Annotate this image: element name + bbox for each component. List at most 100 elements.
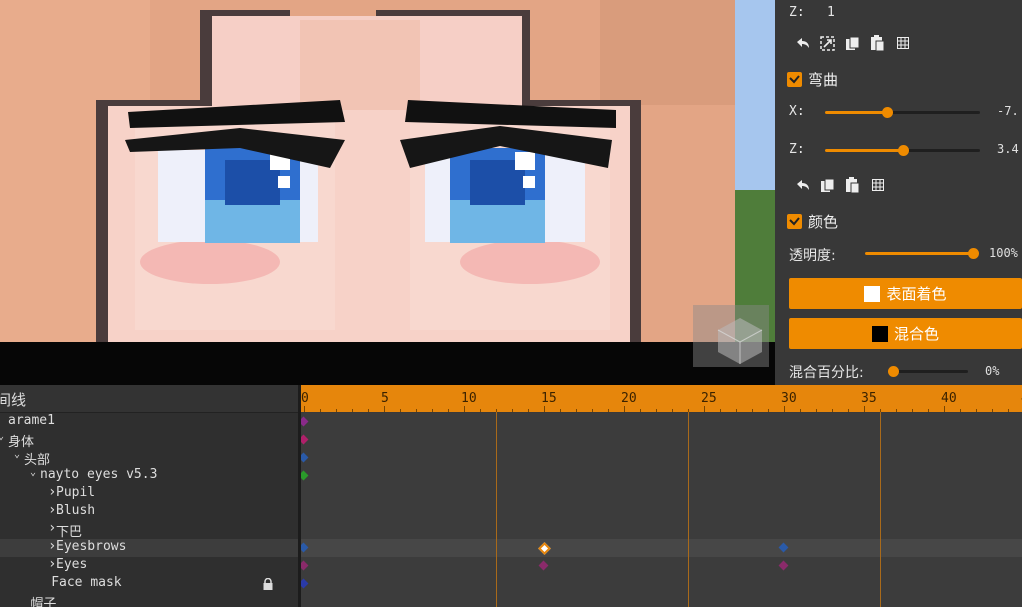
slider-knob[interactable] (888, 366, 899, 377)
surface-tint-label: 表面着色 (886, 285, 947, 303)
outliner-row[interactable]: arame1 (0, 413, 298, 431)
timeline-tick-mark (816, 409, 817, 412)
timeline-tick-mark (704, 406, 705, 412)
timeline-tick-mark (912, 409, 913, 412)
timeline-track[interactable] (301, 521, 1022, 540)
timeline-tick-mark (944, 406, 945, 412)
outliner-row[interactable]: ⌄ 身体 (0, 431, 298, 450)
copy-icon[interactable] (843, 34, 862, 53)
timeline-tick-mark (976, 409, 977, 412)
bend-x-value[interactable]: -7. (997, 104, 1019, 118)
bend-z-value[interactable]: 3.4 (997, 142, 1019, 156)
timeline-tick-label: 20 (621, 391, 637, 406)
character-face-render (0, 0, 775, 385)
outliner-row[interactable]: ⌄ nayto eyes v5.3 (0, 467, 298, 485)
timeline-track[interactable] (301, 539, 1022, 558)
timeline-tick-label: 40 (941, 391, 957, 406)
bend-z-slider[interactable] (825, 145, 980, 156)
timeline-tick-mark (800, 409, 801, 412)
outliner-row[interactable]: › Pupil (0, 484, 298, 503)
outliner-row[interactable]: 帽子 (0, 593, 298, 607)
outliner-row[interactable]: › 下巴 (0, 520, 298, 540)
timeline-tick-mark (576, 409, 577, 412)
outliner-row-label: 下巴 (56, 525, 83, 540)
outliner-row[interactable]: › Eyes (0, 556, 298, 575)
grid-icon[interactable] (893, 34, 912, 53)
bend-x-label: X: (789, 104, 805, 119)
timeline-track[interactable] (301, 485, 1022, 504)
color-checkbox[interactable] (787, 214, 802, 229)
lock-icon[interactable] (263, 577, 273, 594)
timeline-tick-mark (304, 406, 305, 412)
timeline-track[interactable] (301, 575, 1022, 594)
color-section-title: 颜色 (808, 213, 839, 231)
outliner-row[interactable]: Face mask (0, 575, 298, 593)
outliner-title: 间线 (0, 391, 27, 409)
z-value[interactable]: 1 (827, 5, 835, 20)
outliner-row-label: Blush (56, 503, 96, 518)
timeline-tick-label: 5 (381, 391, 389, 406)
timeline-tick-mark (768, 409, 769, 412)
timeline-tick-label: 35 (861, 391, 877, 406)
timeline-track[interactable] (301, 413, 1022, 432)
outliner-row-label: nayto eyes v5.3 (40, 467, 158, 482)
expand-arrow-icon[interactable]: ⌄ (0, 431, 4, 442)
timeline-tick-mark (992, 409, 993, 412)
timeline-tick-mark (624, 406, 625, 412)
properties-panel: Z: 1 弯曲 X: -7. Z: 3.4 颜色 透明度: 100% 表面着色 (775, 0, 1022, 385)
slider-knob[interactable] (968, 248, 979, 259)
opacity-slider[interactable] (865, 248, 979, 259)
outliner-row[interactable]: › Eyesbrows (0, 538, 298, 557)
expand-arrow-icon[interactable]: ⌄ (30, 467, 36, 478)
transform-toolbar (793, 33, 912, 53)
grid-icon[interactable] (868, 176, 887, 195)
timeline-tick-mark (368, 409, 369, 412)
slider-knob[interactable] (882, 107, 893, 118)
paste-icon[interactable] (868, 34, 887, 53)
timeline-track[interactable] (301, 557, 1022, 576)
outliner-header: 间线 (0, 385, 298, 413)
timeline-panel[interactable]: 051015202530354045 (301, 385, 1022, 607)
copy-icon[interactable] (818, 176, 837, 195)
timeline-track[interactable] (301, 449, 1022, 468)
timeline-track[interactable] (301, 503, 1022, 522)
timeline-ruler[interactable]: 051015202530354045 (301, 385, 1022, 412)
3d-viewport[interactable] (0, 0, 775, 385)
timeline-tick-label: 10 (461, 391, 477, 406)
timeline-tick-mark (416, 409, 417, 412)
outliner-panel: 间线 arame1 ⌄ 身体 ⌄ 头部 ⌄ nayto eyes v5.3 › Pupil › Bl… (0, 385, 298, 607)
timeline-tick-mark (464, 406, 465, 412)
transform-icon[interactable] (818, 34, 837, 53)
timeline-tick-mark (1008, 409, 1009, 412)
outliner-row-label: Eyes (56, 557, 88, 572)
timeline-tick-mark (592, 409, 593, 412)
slider-knob[interactable] (897, 145, 909, 156)
timeline-track[interactable] (301, 431, 1022, 450)
undo-icon[interactable] (793, 176, 812, 195)
timeline-tick-mark (672, 409, 673, 412)
expand-arrow-icon[interactable]: ⌄ (14, 449, 20, 460)
blend-percent-slider[interactable] (888, 366, 968, 377)
bend-z-label: Z: (789, 142, 805, 157)
timeline-tick-mark (928, 409, 929, 412)
timeline-tick-mark (896, 409, 897, 412)
bend-x-slider[interactable] (825, 107, 980, 118)
timeline-marker-line (496, 412, 497, 607)
timeline-tick-mark (448, 409, 449, 412)
blend-color-button[interactable]: 混合色 (789, 318, 1022, 349)
outliner-row-label: 头部 (24, 453, 51, 468)
timeline-track[interactable] (301, 593, 1022, 607)
paste-icon[interactable] (843, 176, 862, 195)
bend-checkbox[interactable] (787, 72, 802, 87)
timeline-tick-mark (336, 409, 337, 412)
outliner-row[interactable]: › Blush (0, 502, 298, 521)
surface-tint-button[interactable]: 表面着色 (789, 278, 1022, 309)
outliner-row-label: 帽子 (30, 597, 57, 607)
timeline-tick-label: 25 (701, 391, 717, 406)
undo-icon[interactable] (793, 34, 812, 53)
timeline-track[interactable] (301, 467, 1022, 486)
blend-percent-value[interactable]: 0% (985, 364, 999, 378)
timeline-tick-label: 30 (781, 391, 797, 406)
outliner-row[interactable]: ⌄ 头部 (0, 449, 298, 468)
opacity-value[interactable]: 100% (989, 246, 1018, 260)
